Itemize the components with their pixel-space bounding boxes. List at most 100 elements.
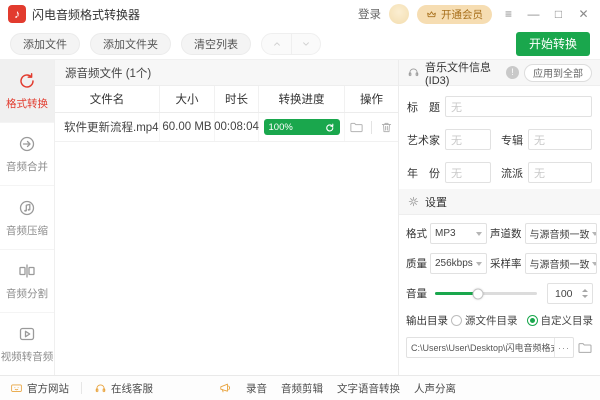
vip-upgrade-button[interactable]: 开通会员 bbox=[417, 5, 492, 24]
sidebar-item-format-convert[interactable]: 格式转换 bbox=[0, 60, 54, 123]
format-label: 格式 bbox=[406, 226, 427, 241]
divider bbox=[81, 382, 82, 394]
app-title: 闪电音频格式转换器 bbox=[32, 6, 140, 23]
headphone-icon bbox=[407, 66, 420, 79]
format-select[interactable]: MP3 bbox=[430, 223, 487, 244]
move-up-button[interactable] bbox=[262, 34, 291, 54]
quality-label: 质量 bbox=[406, 256, 427, 271]
megaphone-icon bbox=[218, 381, 232, 395]
divider bbox=[371, 121, 372, 134]
monitor-icon bbox=[10, 382, 23, 395]
browse-ellipsis-button[interactable]: ··· bbox=[554, 338, 573, 357]
slider-thumb[interactable] bbox=[472, 288, 483, 299]
add-file-button[interactable]: 添加文件 bbox=[10, 33, 80, 55]
info-icon[interactable]: ! bbox=[506, 66, 519, 79]
open-folder-icon[interactable] bbox=[349, 120, 364, 135]
stepper-icon[interactable] bbox=[582, 289, 588, 298]
open-output-folder-button[interactable] bbox=[577, 340, 593, 356]
cell-size: 60.00 MB bbox=[160, 113, 215, 141]
cell-duration: 00:08:04 bbox=[215, 113, 259, 141]
title-field-input[interactable]: 无 bbox=[445, 96, 592, 117]
dropdown-arrow-icon bbox=[592, 232, 597, 236]
volume-label: 音量 bbox=[406, 286, 427, 301]
clear-list-button[interactable]: 清空列表 bbox=[181, 33, 251, 55]
close-button[interactable]: ✕ bbox=[575, 0, 592, 28]
column-size: 大小 bbox=[160, 86, 215, 112]
folder-icon bbox=[577, 340, 593, 356]
music-note-circle-icon bbox=[17, 198, 37, 218]
settings-panel-header: 设置 bbox=[399, 189, 600, 215]
refresh-icon[interactable] bbox=[324, 122, 335, 133]
dropdown-arrow-icon bbox=[592, 262, 597, 266]
artist-field-label: 艺术家 bbox=[407, 132, 440, 148]
app-window: ♪ 闪电音频格式转换器 登录 开通会员 ≡ — □ ✕ 添加文件 添加文件夹 清… bbox=[0, 0, 600, 400]
sidebar-item-audio-merge[interactable]: 音频合并 bbox=[0, 123, 54, 186]
cell-filename: 软件更新流程.mp4 bbox=[55, 113, 160, 141]
menu-icon[interactable]: ≡ bbox=[500, 0, 517, 28]
title-field-label: 标 题 bbox=[407, 99, 440, 115]
avatar[interactable] bbox=[389, 4, 409, 24]
genre-field-label: 流派 bbox=[501, 165, 523, 181]
crown-icon bbox=[426, 9, 437, 20]
output-source-radio[interactable]: 源文件目录 bbox=[451, 313, 518, 328]
id3-panel-title: 音乐文件信息 (ID3) bbox=[425, 59, 501, 87]
vocal-separation-link[interactable]: 人声分离 bbox=[414, 381, 456, 396]
year-field-input[interactable]: 无 bbox=[445, 162, 491, 183]
volume-slider[interactable] bbox=[435, 292, 537, 295]
cell-progress: 100% bbox=[259, 113, 345, 141]
output-path-input[interactable]: C:\Users\User\Desktop\闪电音频格式转 ··· bbox=[406, 337, 574, 358]
login-link[interactable]: 登录 bbox=[358, 6, 381, 22]
channels-label: 声道数 bbox=[490, 226, 522, 241]
album-field-label: 专辑 bbox=[501, 132, 523, 148]
trash-icon[interactable] bbox=[379, 120, 394, 135]
minimize-button[interactable]: — bbox=[525, 0, 542, 28]
chevron-down-icon bbox=[300, 38, 312, 50]
footer-tools: 录音 音频剪辑 文字语音转换 人声分离 bbox=[218, 376, 456, 400]
titlebar: ♪ 闪电音频格式转换器 登录 开通会员 ≡ — □ ✕ bbox=[0, 0, 600, 28]
volume-input[interactable]: 100 bbox=[547, 283, 593, 304]
move-down-button[interactable] bbox=[291, 34, 320, 54]
reorder-buttons bbox=[261, 33, 321, 55]
column-operations: 操作 bbox=[345, 86, 398, 112]
sidebar-item-audio-split[interactable]: 音频分割 bbox=[0, 250, 54, 313]
table-row[interactable]: 软件更新流程.mp4 60.00 MB 00:08:04 100% bbox=[55, 113, 398, 142]
merge-icon bbox=[17, 134, 37, 154]
footer: 官方网站 在线客服 录音 音频剪辑 文字语音转换 人声分离 bbox=[0, 375, 600, 400]
sidebar-item-audio-compress[interactable]: 音频压缩 bbox=[0, 186, 54, 249]
progress-bar: 100% bbox=[264, 119, 340, 135]
app-logo-music-note-icon: ♪ bbox=[8, 5, 26, 23]
right-panel: 音乐文件信息 (ID3) ! 应用到全部 标 题 无 艺术家 无 专辑 无 年 … bbox=[398, 60, 600, 375]
output-custom-radio[interactable]: 自定义目录 bbox=[527, 313, 594, 328]
start-convert-button[interactable]: 开始转换 bbox=[516, 32, 590, 56]
video-play-icon bbox=[17, 324, 37, 344]
samplerate-label: 采样率 bbox=[490, 256, 522, 271]
add-folder-button[interactable]: 添加文件夹 bbox=[90, 33, 171, 55]
file-list-panel: 源音频文件 (1个) 文件名 大小 时长 转换进度 操作 软件更新流程.mp4 … bbox=[55, 60, 398, 375]
apply-to-all-button[interactable]: 应用到全部 bbox=[524, 64, 592, 82]
online-service-link[interactable]: 在线客服 bbox=[94, 381, 153, 396]
sidebar-item-video-to-audio[interactable]: 视频转音频 bbox=[0, 313, 54, 375]
maximize-button[interactable]: □ bbox=[550, 0, 567, 28]
file-list-title: 源音频文件 (1个) bbox=[55, 60, 398, 86]
year-field-label: 年 份 bbox=[407, 165, 440, 181]
settings-rows: 格式 MP3 声道数 与源音频一致 质量 256kbps 采样率 与源音频一致 … bbox=[399, 215, 600, 375]
text-to-speech-link[interactable]: 文字语音转换 bbox=[337, 381, 400, 396]
radio-checked-icon bbox=[527, 315, 538, 326]
toolbar: 添加文件 添加文件夹 清空列表 开始转换 bbox=[0, 28, 600, 60]
genre-field-input[interactable]: 无 bbox=[528, 162, 592, 183]
quality-select[interactable]: 256kbps bbox=[430, 253, 487, 274]
samplerate-select[interactable]: 与源音频一致 bbox=[525, 253, 597, 274]
column-progress: 转换进度 bbox=[259, 86, 345, 112]
audio-edit-link[interactable]: 音频剪辑 bbox=[281, 381, 323, 396]
official-website-link[interactable]: 官方网站 bbox=[10, 381, 69, 396]
dropdown-arrow-icon bbox=[476, 232, 482, 236]
column-filename: 文件名 bbox=[55, 86, 160, 112]
dropdown-arrow-icon bbox=[476, 262, 482, 266]
channels-select[interactable]: 与源音频一致 bbox=[525, 223, 597, 244]
output-dir-label: 输出目录 bbox=[406, 313, 448, 328]
record-link[interactable]: 录音 bbox=[246, 381, 267, 396]
headset-icon bbox=[94, 382, 107, 395]
chevron-up-icon bbox=[271, 38, 283, 50]
artist-field-input[interactable]: 无 bbox=[445, 129, 491, 150]
album-field-input[interactable]: 无 bbox=[528, 129, 592, 150]
